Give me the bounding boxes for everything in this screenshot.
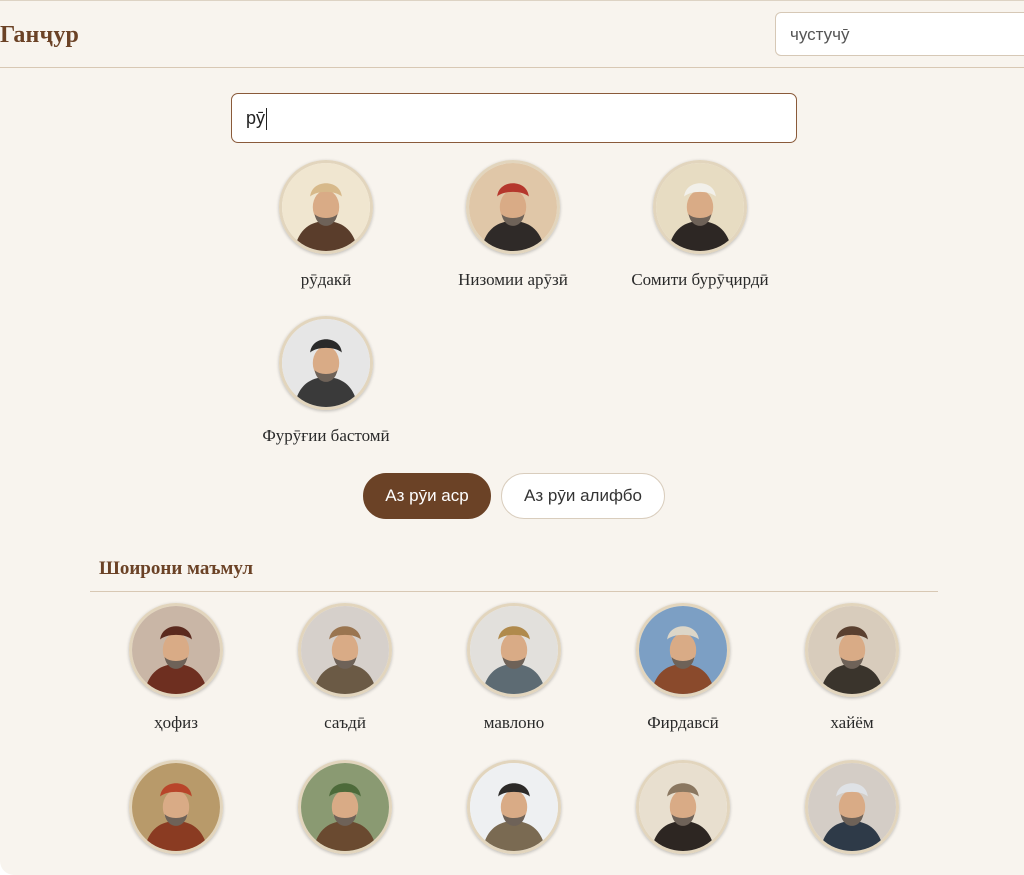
poet-name[interactable]: Низомии арӯзӣ	[413, 270, 613, 290]
header-search-input[interactable]: чустучӯ	[775, 12, 1024, 56]
poet-avatar[interactable]	[805, 603, 899, 697]
poet-search-value: рӯ	[246, 108, 266, 128]
poet-avatar[interactable]	[636, 603, 730, 697]
popular-poets-heading: Шоирони маъмул	[99, 558, 254, 579]
search-result-card[interactable]: Низомии арӯзӣ	[413, 160, 613, 290]
popular-poet-card[interactable]: хайём	[752, 603, 952, 733]
poet-avatar[interactable]	[636, 760, 730, 854]
poet-avatar[interactable]	[805, 760, 899, 854]
poet-search-input[interactable]: рӯ	[231, 93, 797, 143]
section-divider	[90, 591, 938, 592]
poet-name[interactable]: Сомити бурӯҷирдӣ	[600, 270, 800, 290]
poet-name[interactable]: рӯдакӣ	[226, 270, 426, 290]
poet-avatar[interactable]	[298, 603, 392, 697]
poet-avatar[interactable]	[298, 760, 392, 854]
poet-name[interactable]: Фурӯғии бастомӣ	[226, 426, 426, 446]
search-result-card[interactable]: Фурӯғии бастомӣ	[226, 316, 426, 446]
search-result-card[interactable]: Сомити бурӯҷирдӣ	[600, 160, 800, 290]
poet-avatar[interactable]	[466, 160, 560, 254]
poet-name[interactable]: хайём	[752, 713, 952, 733]
search-result-card[interactable]: рӯдакӣ	[226, 160, 426, 290]
app-window: Ганҷур чустучӯ рӯ рӯдакӣ Низомии арӯзӣ Сом…	[0, 0, 1024, 875]
sort-by-era-button[interactable]: Аз рӯи аср	[363, 473, 491, 519]
poet-avatar[interactable]	[129, 603, 223, 697]
site-logo[interactable]: Ганҷур	[0, 22, 79, 49]
header-divider	[0, 67, 1024, 68]
poet-avatar[interactable]	[467, 760, 561, 854]
text-caret	[266, 108, 268, 131]
popular-poet-card[interactable]	[752, 760, 952, 870]
poet-avatar[interactable]	[279, 316, 373, 410]
poet-avatar[interactable]	[653, 160, 747, 254]
poet-avatar[interactable]	[129, 760, 223, 854]
poet-avatar[interactable]	[467, 603, 561, 697]
sort-by-alphabet-button[interactable]: Аз рӯи алифбо	[501, 473, 665, 519]
poet-avatar[interactable]	[279, 160, 373, 254]
